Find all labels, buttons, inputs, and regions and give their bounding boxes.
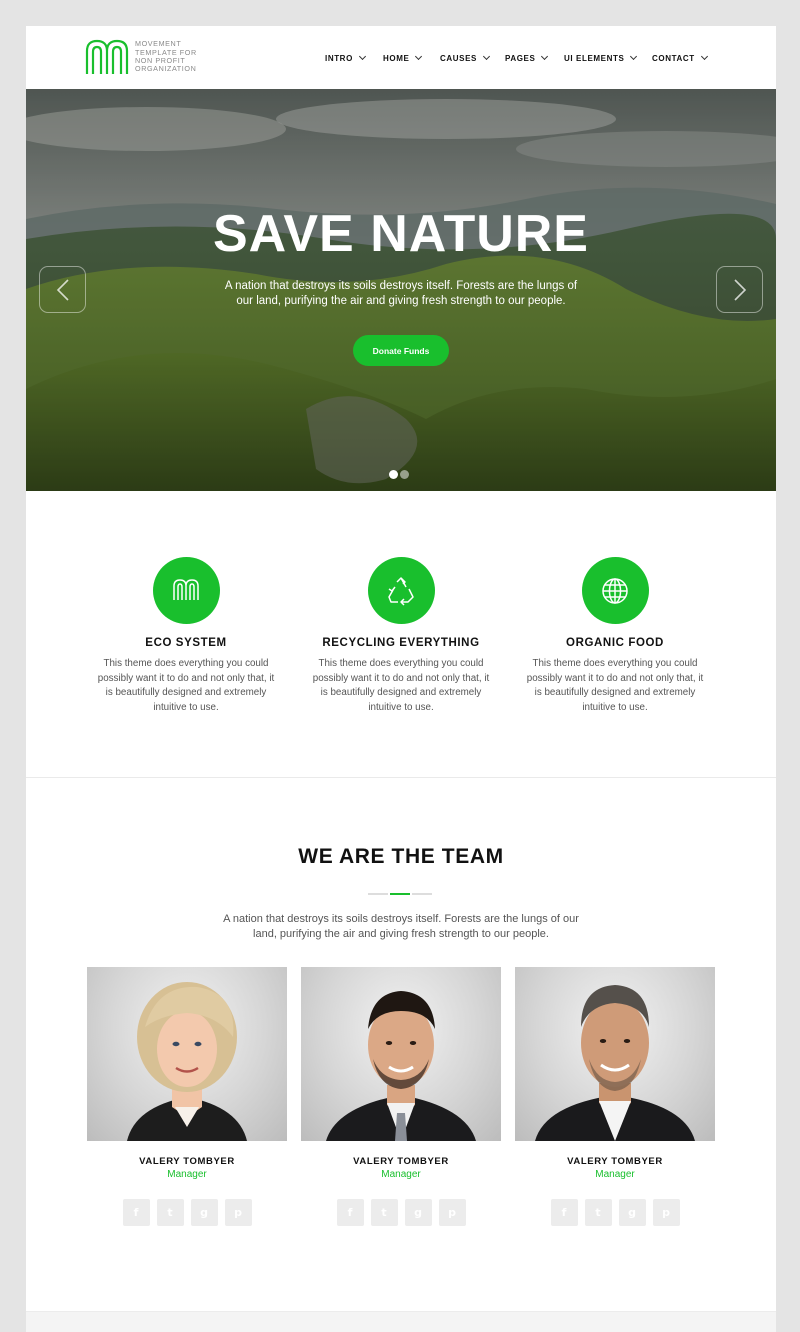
nav-item-home[interactable]: HOME [383,52,423,63]
nav-label: UI ELEMENTS [564,54,625,63]
feature-organic-food: ORGANIC FOOD This theme does everything … [515,557,715,716]
title-underline [368,893,432,895]
nav-label: CONTACT [652,54,695,63]
social-links: f t g p [515,1199,715,1226]
chevron-down-icon [541,52,549,61]
team-section-subtitle: A nation that destroys its soils destroy… [223,913,579,940]
chevron-down-icon [482,52,490,61]
twitter-icon[interactable]: t [584,1199,612,1226]
team-member-card: VALERY TOMBYER Manager f t g p [515,967,715,1226]
underline-segment [412,893,432,895]
nav-item-ui-elements[interactable]: UI ELEMENTS [564,52,638,63]
feature-icon-circle [581,557,649,624]
main-nav: INTRO HOME CAUSES PAGES UI ELEMENTS CONT… [26,52,776,68]
underline-segment [368,893,388,895]
site-header: MOVEMENT TEMPLATE FOR NON PROFIT ORGANIZ… [26,26,776,89]
slider-dot-2[interactable] [400,470,409,479]
recycle-icon [388,576,414,606]
nav-label: HOME [383,54,410,63]
chevron-down-icon [358,52,366,61]
team-member-photo [301,967,501,1141]
team-member-role: Manager [595,1169,635,1180]
donate-funds-button[interactable]: Donate Funds [353,335,449,366]
nav-label: PAGES [505,54,536,63]
slider-next-button[interactable] [716,266,763,313]
social-links: f t g p [87,1199,287,1226]
woman-portrait-image [127,982,247,1141]
pinterest-icon[interactable]: p [224,1199,252,1226]
slider-dot-1[interactable] [389,470,398,479]
pinterest-icon[interactable]: p [438,1199,466,1226]
pinterest-icon[interactable]: p [652,1199,680,1226]
team-member-role: Manager [381,1169,421,1180]
nav-item-pages[interactable]: PAGES [505,52,549,63]
hero-subtitle: A nation that destroys its soils destroy… [224,280,578,307]
hero-slider: SAVE NATURE A nation that destroys its s… [26,89,776,491]
hero-title: SAVE NATURE [213,205,589,263]
nav-item-contact[interactable]: CONTACT [652,52,708,63]
chevron-right-icon [733,278,746,301]
feature-icon-circle [152,557,220,624]
globe-icon [602,577,628,604]
team-member-card: VALERY TOMBYER Manager f t g p [301,967,501,1226]
slider-prev-button[interactable] [39,266,86,313]
man-portrait-image [326,991,476,1141]
google-plus-icon[interactable]: g [618,1199,646,1226]
team-member-role: Manager [167,1169,207,1180]
twitter-icon[interactable]: t [370,1199,398,1226]
chevron-down-icon [630,52,638,61]
team-member-photo [87,967,287,1141]
nav-item-intro[interactable]: INTRO [325,52,366,63]
logo-icon [173,578,199,600]
feature-recycling: RECYCLING EVERYTHING This theme does eve… [301,557,501,716]
nav-label: CAUSES [440,54,477,63]
feature-text: This theme does everything you could pos… [312,658,490,714]
next-section-edge [26,1311,776,1332]
feature-title: ORGANIC FOOD [566,637,664,649]
team-section-title: WE ARE THE TEAM [298,845,504,868]
team-member-card: VALERY TOMBYER Manager f t g p [87,967,287,1226]
chevron-down-icon [415,52,423,61]
underline-accent [390,893,410,895]
feature-text: This theme does everything you could pos… [526,658,704,714]
feature-title: ECO SYSTEM [145,637,227,649]
feature-icon-circle [367,557,435,624]
facebook-icon[interactable]: f [336,1199,364,1226]
slider-pagination [389,470,409,479]
feature-title: RECYCLING EVERYTHING [322,637,480,649]
social-links: f t g p [301,1199,501,1226]
team-member-name: VALERY TOMBYER [567,1156,663,1167]
google-plus-icon[interactable]: g [190,1199,218,1226]
section-divider [26,777,776,778]
team-member-photo [515,967,715,1141]
feature-eco-system: ECO SYSTEM This theme does everything yo… [86,557,286,716]
man-portrait-image [535,985,695,1141]
google-plus-icon[interactable]: g [404,1199,432,1226]
chevron-down-icon [700,52,708,61]
feature-text: This theme does everything you could pos… [97,658,275,714]
chevron-left-icon [56,278,69,301]
facebook-icon[interactable]: f [122,1199,150,1226]
page: MOVEMENT TEMPLATE FOR NON PROFIT ORGANIZ… [26,26,776,1332]
facebook-icon[interactable]: f [550,1199,578,1226]
nav-label: INTRO [325,54,353,63]
team-member-name: VALERY TOMBYER [353,1156,449,1167]
twitter-icon[interactable]: t [156,1199,184,1226]
nav-item-causes[interactable]: CAUSES [440,52,490,63]
team-member-name: VALERY TOMBYER [139,1156,235,1167]
